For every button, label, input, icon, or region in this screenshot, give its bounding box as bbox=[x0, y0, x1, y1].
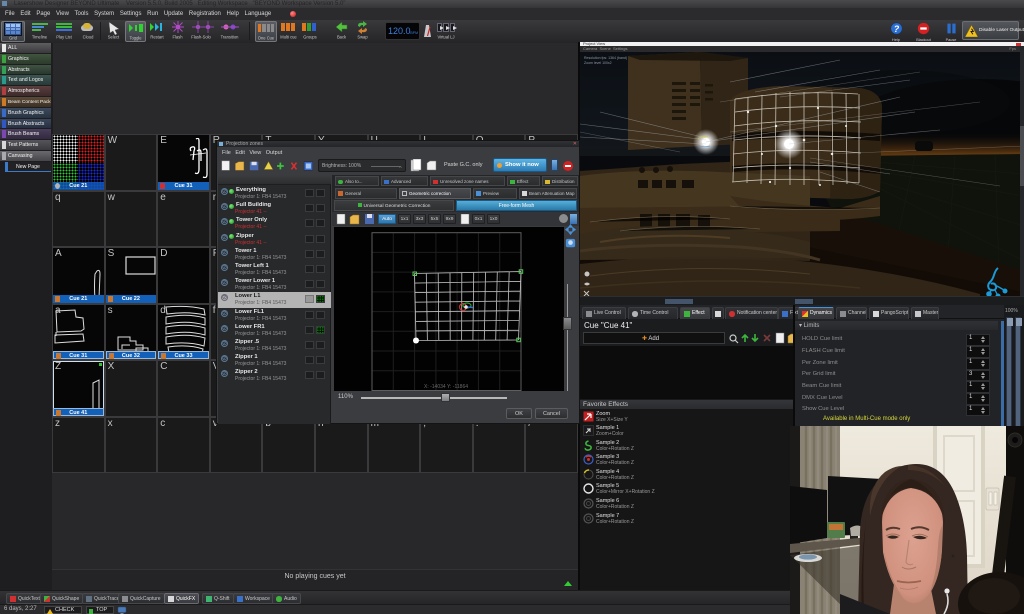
svg-text:X: -14034 Y: -11864: X: -14034 Y: -11864 bbox=[424, 384, 468, 390]
svg-text:Zoom level 100x2: Zoom level 100x2 bbox=[584, 61, 612, 65]
svg-text:?: ? bbox=[893, 24, 899, 34]
svg-text:Resolution fps: 1364 (band): Resolution fps: 1364 (band) bbox=[584, 56, 627, 60]
